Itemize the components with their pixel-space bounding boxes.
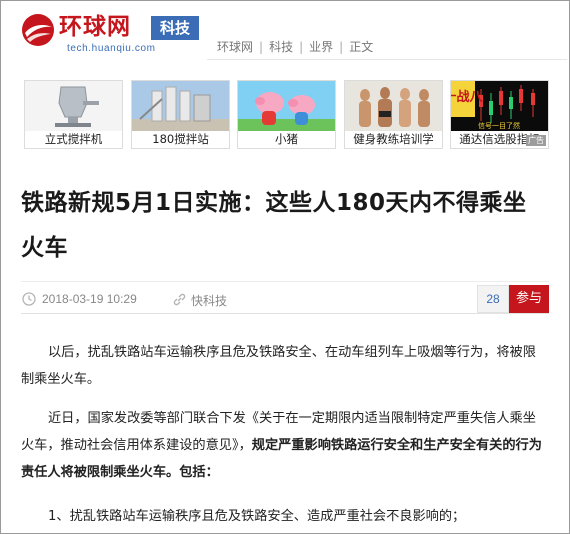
breadcrumb-current: 正文 — [349, 40, 374, 54]
ad-item-mixing-station[interactable]: 180搅拌站 — [131, 80, 230, 149]
join-discussion-button[interactable]: 参与 — [509, 285, 549, 313]
ad-item-mixer[interactable]: 立式搅拌机 — [24, 80, 123, 149]
ad-caption: 健身教练培训学 — [345, 131, 442, 148]
meta-divider-top — [21, 281, 549, 282]
ad-overlay-subtext: 信号一目了然 — [478, 121, 520, 130]
ad-item-fitness[interactable]: 健身教练培训学 — [344, 80, 443, 149]
page-frame: 环球网 科技 tech.huanqiu.com 环球网 | 科技 | 业界 | 正文 立式搅… — [0, 0, 570, 534]
ad-image-fitness — [345, 81, 442, 131]
ad-strip: 立式搅拌机 180搅拌站 小猪 健身教练培训学 战八 信号一目了然 通达信选股指… — [24, 80, 549, 149]
clock-icon — [22, 292, 36, 306]
site-name: 环球网 — [59, 14, 131, 40]
breadcrumb: 环球网 | 科技 | 业界 | 正文 — [217, 38, 373, 55]
ad-item-peppa[interactable]: 小猪 — [237, 80, 336, 149]
article-paragraph-2: 近日，国家发改委等部门联合下发《关于在一定期限内适当限制特定严重失信人乘坐火车，… — [21, 405, 549, 486]
breadcrumb-separator: | — [259, 40, 264, 54]
site-logo[interactable]: 环球网 科技 tech.huanqiu.com — [21, 11, 201, 57]
ad-marker-badge: 广告 — [526, 135, 546, 146]
site-header: 环球网 科技 tech.huanqiu.com 环球网 | 科技 | 业界 | 正文 — [1, 1, 569, 63]
ad-image-cartoon-pigs — [238, 81, 335, 131]
ad-caption: 小猪 — [238, 131, 335, 148]
breadcrumb-home[interactable]: 环球网 — [217, 40, 253, 54]
ad-caption: 180搅拌站 — [132, 131, 229, 148]
meta-divider — [21, 313, 549, 314]
ad-image-stock-chart: 十战八 信号一目了然 — [451, 81, 548, 131]
comment-count[interactable]: 28 — [477, 285, 509, 313]
site-url: tech.huanqiu.com — [67, 43, 156, 54]
article-title: 铁路新规5月1日实施：这些人180天内不得乘坐火车 — [21, 190, 527, 261]
channel-tag[interactable]: 科技 — [151, 16, 199, 40]
article-paragraph-1: 以后，扰乱铁路站车运输秩序且危及铁路安全、在动车组列车上吸烟等行为，将被限制乘坐… — [21, 345, 536, 387]
article-paragraph-3: 1、扰乱铁路站车运输秩序且危及铁路安全、造成严重社会不良影响的； — [48, 509, 466, 524]
ad-caption: 立式搅拌机 — [25, 131, 122, 148]
breadcrumb-separator: | — [339, 40, 344, 54]
ad-image-mixing-station — [132, 81, 229, 131]
ad-item-stock-indicator[interactable]: 十战八 信号一目了然 通达信选股指标 广告 — [450, 80, 549, 149]
globe-logo-icon — [22, 14, 54, 46]
breadcrumb-industry[interactable]: 业界 — [309, 40, 333, 54]
ad-overlay-text: 十战八 — [451, 89, 483, 105]
ad-image-mixer — [25, 81, 122, 131]
article-source[interactable]: 快科技 — [191, 292, 227, 309]
breadcrumb-separator: | — [299, 40, 304, 54]
publish-date: 2018-03-19 10:29 — [42, 292, 137, 306]
link-icon — [173, 293, 186, 306]
header-divider — [207, 59, 567, 60]
breadcrumb-tech[interactable]: 科技 — [269, 40, 293, 54]
article-meta: 2018-03-19 10:29 快科技 28 参与 — [21, 285, 549, 313]
